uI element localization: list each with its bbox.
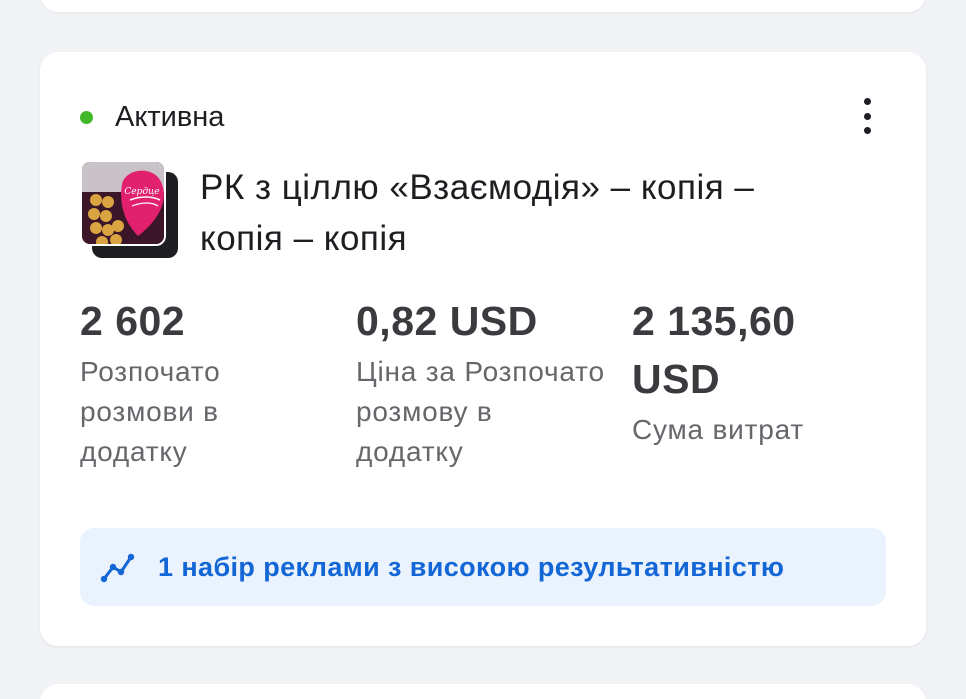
status-label: Активна bbox=[115, 101, 225, 133]
campaign-card[interactable]: Активна Сердце РК з ціллю «Взаємодія» – … bbox=[40, 52, 926, 646]
trend-line-icon bbox=[100, 549, 136, 585]
metric-cost-per-result: 0,82 USD Ціна за Розпочато розмову в дод… bbox=[356, 292, 606, 472]
thumbnail-text: Сердце bbox=[124, 187, 159, 197]
metric-label: Сума витрат bbox=[632, 414, 805, 445]
metric-amount-spent: 2 135,60 USD Сума витрат bbox=[632, 292, 882, 450]
metric-value: 0,82 USD bbox=[356, 298, 538, 344]
status-dot-icon bbox=[80, 110, 93, 124]
campaign-status: Активна bbox=[80, 100, 224, 134]
metric-label: Розпочато розмови в додатку bbox=[80, 356, 221, 467]
metric-label: Ціна за Розпочато розмову в додатку bbox=[356, 356, 605, 467]
campaign-title[interactable]: РК з ціллю «Взаємодія» – копія – копія –… bbox=[200, 162, 840, 264]
previous-campaign-card[interactable] bbox=[40, 0, 926, 12]
metric-conversations: 2 602 Розпочато розмови в додатку bbox=[80, 292, 330, 472]
metric-value: 2 135,60 USD bbox=[632, 298, 796, 402]
metric-value: 2 602 bbox=[80, 298, 186, 344]
campaign-thumbnail: Сердце bbox=[80, 160, 178, 262]
high-performance-insight-banner[interactable]: 1 набір реклами з високою результативніс… bbox=[80, 528, 886, 606]
next-campaign-card[interactable] bbox=[40, 684, 926, 699]
more-options-icon[interactable] bbox=[860, 98, 874, 134]
insight-text: 1 набір реклами з високою результативніс… bbox=[158, 551, 785, 582]
thumbnail-image: Сердце bbox=[80, 160, 166, 246]
